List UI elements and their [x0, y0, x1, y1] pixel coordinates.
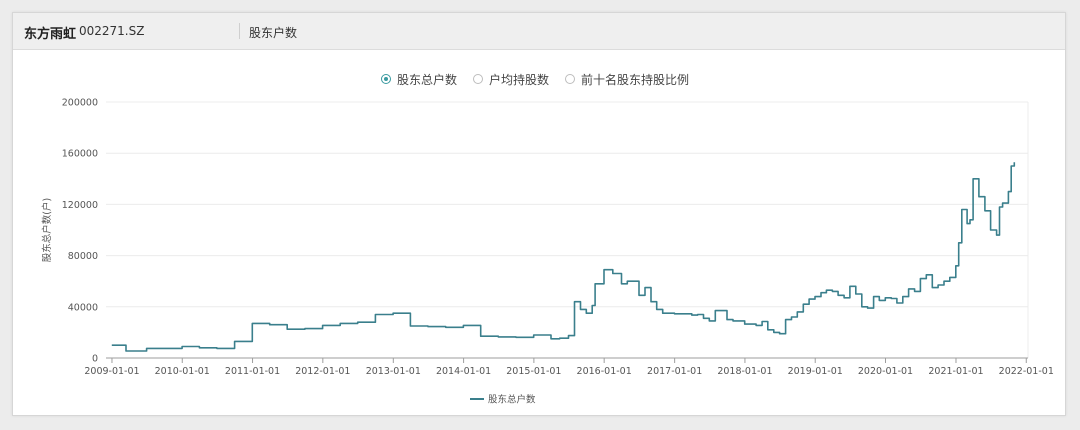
y-tick-label: 40000 — [68, 302, 98, 313]
x-tick-label: 2009-01-01 — [84, 366, 139, 377]
x-tick-label: 2013-01-01 — [366, 366, 421, 377]
y-tick-label: 160000 — [62, 149, 98, 160]
x-tick-label: 2019-01-01 — [788, 366, 843, 377]
x-tick-label: 2022-01-01 — [999, 366, 1054, 377]
y-tick-label: 80000 — [68, 251, 98, 262]
series-layer — [111, 162, 1016, 352]
x-tick-label: 2018-01-01 — [717, 366, 772, 377]
x-tick-label: 2015-01-01 — [506, 366, 561, 377]
series-line-total-holders — [111, 162, 1016, 352]
x-tick-label: 2016-01-01 — [577, 366, 632, 377]
x-tick-label: 2020-01-01 — [858, 366, 913, 377]
line-chart: 0 40000 80000 120000 160000 200000 2009-01-01 2… — [41, 98, 1054, 406]
x-tick-label: 2012-01-01 — [295, 366, 350, 377]
x-tick-label: 2021-01-01 — [928, 366, 983, 377]
x-tick-label: 2010-01-01 — [155, 366, 210, 377]
y-tick-label: 0 — [92, 354, 98, 365]
x-tick-label: 2011-01-01 — [225, 366, 280, 377]
y-tick-label: 120000 — [62, 200, 98, 211]
x-tick-label: 2014-01-01 — [436, 366, 491, 377]
legend-label: 股东总户数 — [488, 394, 536, 406]
x-tick-label: 2017-01-01 — [647, 366, 702, 377]
y-tick-label: 200000 — [62, 98, 98, 109]
y-axis-title: 股东总户数(户) — [41, 198, 53, 262]
legend-layer: 股东总户数 — [470, 394, 536, 406]
grid-layer — [106, 101, 1029, 358]
